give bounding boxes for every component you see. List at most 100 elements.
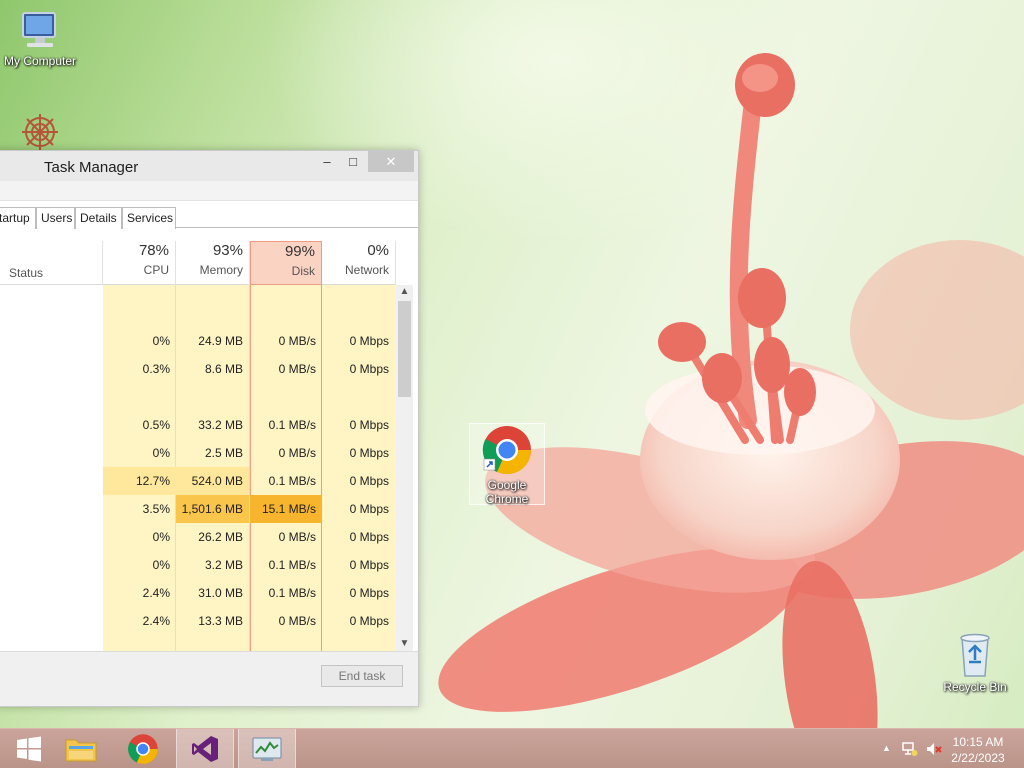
disk-cell: 0.1 MB/s — [268, 474, 316, 488]
memory-cell: 524.0 MB — [176, 467, 249, 495]
disk-cell — [250, 383, 322, 411]
column-header-network[interactable]: 0% Network — [322, 241, 396, 285]
scroll-down-icon[interactable]: ▼ — [396, 637, 413, 651]
cpu-cell: 0.5% — [142, 418, 170, 432]
desktop-icon-ornament[interactable] — [0, 110, 80, 150]
footer: End task — [0, 651, 418, 706]
table-row[interactable]: 0% 3.2 MB 0.1 MB/s 0 Mbps — [0, 551, 396, 579]
taskbar-file-explorer[interactable] — [52, 729, 110, 768]
column-percent: 78% — [138, 242, 169, 259]
clock-time: 10:15 AM — [952, 735, 1004, 749]
column-header-disk[interactable]: 99% Disk — [250, 241, 322, 285]
network-cell — [322, 299, 395, 327]
disk-cell: 0.1 MB/s — [268, 418, 316, 432]
start-button[interactable] — [0, 729, 58, 768]
column-percent: 93% — [212, 242, 243, 259]
taskbar-task-manager[interactable] — [238, 729, 296, 768]
windows-logo-icon — [17, 736, 41, 762]
disk-cell: 0 MB/s — [278, 446, 316, 460]
computer-icon — [22, 12, 56, 47]
memory-cell: 31.0 MB — [198, 586, 243, 600]
table-row[interactable]: 3.5% 1,501.6 MB 15.1 MB/s 0 Mbps — [0, 495, 396, 523]
scroll-up-icon[interactable]: ▲ — [396, 285, 413, 299]
column-header-row: Status 78% CPU 93% Memory 99% Disk 0% Ne… — [0, 241, 396, 285]
table-row[interactable]: 12.7% 524.0 MB 0.1 MB/s 0 Mbps — [0, 467, 396, 495]
memory-cell: 8.6 MB — [204, 362, 243, 376]
recycle-bin-icon — [960, 633, 990, 677]
menu-bar — [0, 181, 418, 201]
network-cell: 0 Mbps — [349, 334, 389, 348]
column-label: Network — [344, 263, 389, 277]
table-row[interactable]: 2.4% 31.0 MB 0.1 MB/s 0 Mbps — [0, 579, 396, 607]
desktop-icon-recycle-bin[interactable]: Recycle Bin — [935, 630, 1015, 694]
network-cell: 0 Mbps — [349, 586, 389, 600]
minimize-button[interactable]: ‒ — [314, 151, 340, 172]
column-percent: 99% — [284, 243, 315, 260]
disk-cell: 0 MB/s — [278, 334, 316, 348]
memory-cell: 3.2 MB — [204, 558, 243, 572]
network-cell: 0 Mbps — [349, 446, 389, 460]
memory-cell: 24.9 MB — [198, 334, 243, 348]
network-icon[interactable] — [902, 741, 918, 757]
tab-strip: tartup Users Details Services — [0, 206, 418, 229]
memory-cell: 2.5 MB — [204, 446, 243, 460]
table-row[interactable]: 0% 2.5 MB 0 MB/s 0 Mbps — [0, 439, 396, 467]
table-row[interactable] — [0, 299, 396, 327]
task-manager-window[interactable]: Task Manager ‒ □ ✕ tartup Users Details … — [0, 150, 419, 707]
disk-cell: 0 MB/s — [278, 614, 316, 628]
table-row[interactable]: 0% 24.9 MB 0 MB/s 0 Mbps — [0, 327, 396, 355]
column-label: Disk — [291, 264, 315, 278]
column-header-cpu[interactable]: 78% CPU — [103, 241, 176, 285]
vertical-scrollbar[interactable]: ▲ ▼ — [396, 285, 413, 651]
table-row[interactable]: 0.5% 33.2 MB 0.1 MB/s 0 Mbps — [0, 411, 396, 439]
network-cell: 0 Mbps — [349, 530, 389, 544]
process-list[interactable]: 0% 24.9 MB 0 MB/s 0 Mbps 0.3% 8.6 MB 0 MB/s 0 M… — [0, 285, 396, 651]
desktop-icon-google-chrome[interactable]: Google Chrome — [469, 423, 545, 506]
memory-cell — [176, 299, 249, 327]
taskbar-chrome[interactable] — [114, 729, 172, 768]
taskbar-visual-studio[interactable] — [176, 729, 234, 768]
show-hidden-icons-icon[interactable]: ▲ — [882, 743, 891, 753]
network-cell: 0 Mbps — [349, 502, 389, 516]
table-row[interactable]: 0.3% 8.6 MB 0 MB/s 0 Mbps — [0, 355, 396, 383]
column-header-status[interactable]: Status — [0, 241, 103, 285]
column-header-memory[interactable]: 93% Memory — [176, 241, 250, 285]
memory-cell — [176, 383, 249, 411]
table-row[interactable] — [0, 383, 396, 411]
cpu-cell: 2.4% — [142, 614, 170, 628]
chrome-icon — [128, 734, 158, 764]
disk-cell: 0.1 MB/s — [268, 558, 316, 572]
network-cell — [322, 383, 395, 411]
volume-muted-icon[interactable] — [926, 741, 942, 757]
scrollbar-thumb[interactable] — [398, 301, 411, 397]
memory-cell: 13.3 MB — [198, 614, 243, 628]
tab-details[interactable]: Details — [75, 207, 122, 229]
cpu-cell — [103, 299, 176, 327]
tab-startup[interactable]: tartup — [0, 207, 36, 229]
network-cell: 0 Mbps — [349, 558, 389, 572]
column-label: Memory — [199, 263, 243, 277]
system-tray: ▲ 10:15 AM 2/22/2023 — [864, 729, 1024, 768]
window-title: Task Manager — [44, 159, 139, 176]
cpu-cell: 2.4% — [142, 586, 170, 600]
maximize-button[interactable]: □ — [340, 151, 366, 172]
task-manager-icon — [252, 737, 282, 761]
table-row[interactable]: 2.4% 13.3 MB 0 MB/s 0 Mbps — [0, 607, 396, 635]
end-task-button[interactable]: End task — [321, 665, 403, 687]
memory-cell: 33.2 MB — [198, 418, 243, 432]
desktop-icon-label: My Computer — [3, 54, 77, 68]
network-cell: 0 Mbps — [349, 362, 389, 376]
network-cell: 0 Mbps — [349, 418, 389, 432]
desktop-icon-my-computer[interactable]: My Computer — [0, 10, 80, 68]
clock[interactable]: 10:15 AM 2/22/2023 — [948, 734, 1008, 766]
title-bar[interactable]: Task Manager ‒ □ ✕ — [0, 151, 418, 181]
disk-cell: 0.1 MB/s — [268, 586, 316, 600]
close-button[interactable]: ✕ — [368, 151, 414, 172]
ornament-icon — [22, 114, 58, 150]
column-label: CPU — [143, 263, 169, 277]
taskbar: ▲ 10:15 AM 2/22/2023 — [0, 728, 1024, 768]
cpu-cell: 0% — [152, 558, 170, 572]
tab-services[interactable]: Services — [122, 207, 176, 229]
tab-users[interactable]: Users — [36, 207, 75, 229]
table-row[interactable]: 0% 26.2 MB 0 MB/s 0 Mbps — [0, 523, 396, 551]
